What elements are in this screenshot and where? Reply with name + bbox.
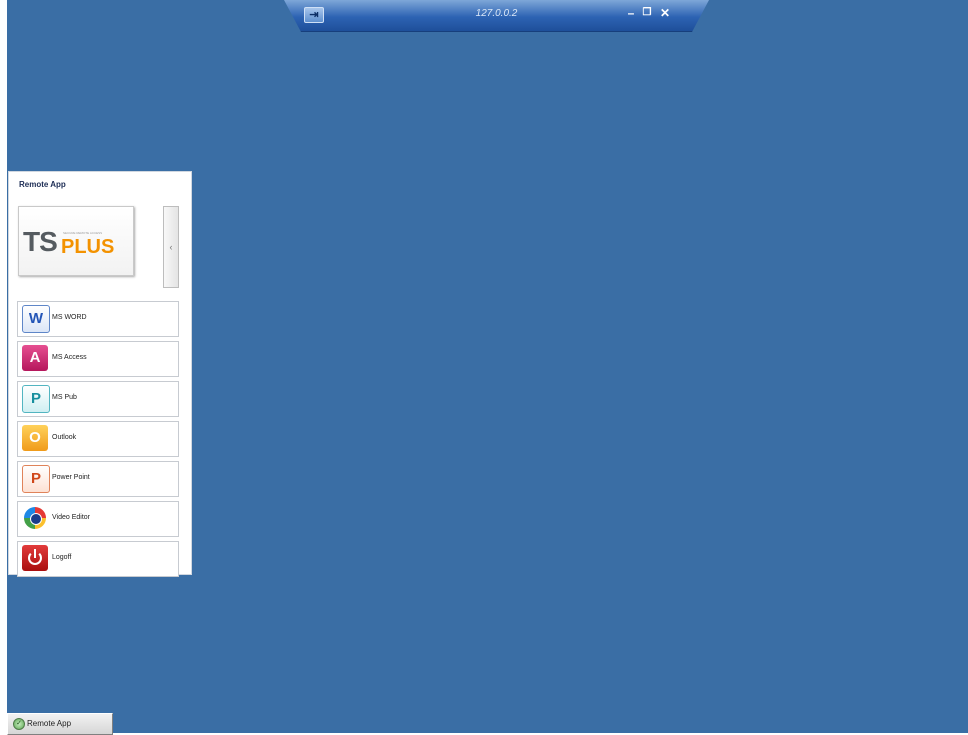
taskbar-button-label: Remote App xyxy=(27,719,72,728)
powerpoint-icon: P xyxy=(22,465,50,493)
app-button-video-editor[interactable]: Video Editor xyxy=(17,501,179,537)
logo-plus-text: PLUS xyxy=(61,236,115,258)
tsplus-logo: TS SECURE REMOTE ACCESS PLUS xyxy=(18,206,134,276)
power-icon xyxy=(22,545,48,571)
app-button-ms-pub[interactable]: P MS Pub xyxy=(17,381,179,417)
panel-title: Remote App xyxy=(19,180,66,189)
restore-icon[interactable]: ❐ xyxy=(640,6,654,20)
close-icon[interactable]: ✕ xyxy=(658,6,672,20)
remote-app-icon: ✓ xyxy=(13,718,25,730)
outlook-icon: O xyxy=(22,425,48,451)
app-button-outlook[interactable]: O Outlook xyxy=(17,421,179,457)
app-label: Outlook xyxy=(52,434,77,441)
logo-tagline: SECURE REMOTE ACCESS xyxy=(63,231,103,235)
app-label: Logoff xyxy=(52,554,72,561)
app-label: Power Point xyxy=(52,474,90,481)
collapse-panel-button[interactable]: ‹ xyxy=(163,206,179,288)
app-list: W MS WORD A MS Access P MS Pub O Outlook… xyxy=(17,301,179,581)
access-icon: A xyxy=(22,345,48,371)
app-label: MS WORD xyxy=(52,314,87,321)
remote-app-panel: Remote App TS SECURE REMOTE ACCESS PLUS … xyxy=(8,171,192,577)
publisher-icon: P xyxy=(22,385,50,413)
app-button-ms-word[interactable]: W MS WORD xyxy=(17,301,179,337)
taskbar-remote-app-button[interactable]: ✓ Remote App xyxy=(7,713,113,735)
minimize-icon[interactable]: – xyxy=(624,6,638,20)
remote-connection-bar: ⇥ 127.0.0.2 – ❐ ✕ xyxy=(284,0,709,32)
app-button-power-point[interactable]: P Power Point xyxy=(17,461,179,497)
word-icon: W xyxy=(22,305,50,333)
app-button-ms-access[interactable]: A MS Access xyxy=(17,341,179,377)
app-label: MS Access xyxy=(52,354,87,361)
video-editor-icon xyxy=(22,505,48,531)
app-label: Video Editor xyxy=(52,514,91,521)
app-button-logoff[interactable]: Logoff xyxy=(17,541,179,577)
logo-ts-text: TS xyxy=(23,226,58,257)
app-label: MS Pub xyxy=(52,394,77,401)
